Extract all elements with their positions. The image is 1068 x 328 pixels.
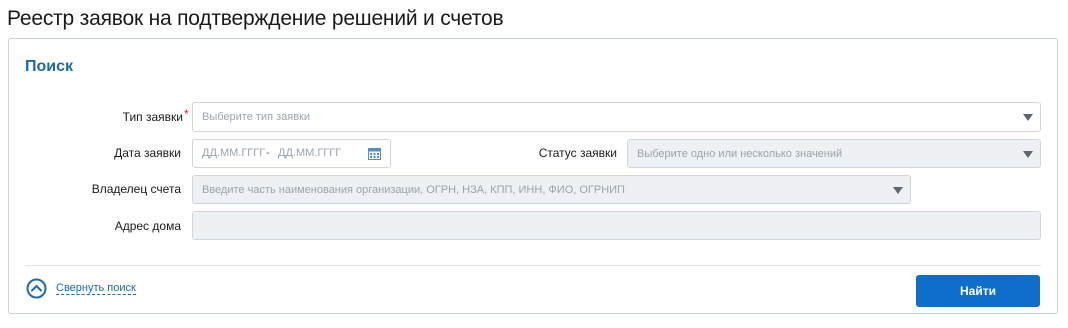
request-date-label: Дата заявки xyxy=(114,146,181,160)
calendar-icon[interactable] xyxy=(368,147,381,163)
find-button[interactable]: Найти xyxy=(916,275,1040,307)
account-owner-select[interactable]: Введите часть наименования организации, … xyxy=(192,175,911,204)
date-from-input[interactable]: ДД.ММ.ГГГГ xyxy=(202,140,265,167)
divider xyxy=(25,265,1041,266)
house-address-input[interactable] xyxy=(192,211,1041,240)
collapse-search-link[interactable]: Свернуть поиск xyxy=(26,278,136,299)
date-to-input[interactable]: ДД.ММ.ГГГГ xyxy=(278,140,341,167)
chevron-up-circle-icon[interactable] xyxy=(26,278,47,299)
date-separator: - xyxy=(266,147,270,159)
chevron-down-icon[interactable] xyxy=(1023,114,1033,121)
chevron-down-icon[interactable] xyxy=(1023,150,1033,158)
house-address-label: Адрес дома xyxy=(114,219,181,233)
page-title: Реестр заявок на подтверждение решений и… xyxy=(7,7,504,30)
search-panel-title: Поиск xyxy=(25,58,74,75)
request-type-placeholder: Выберите тип заявки xyxy=(202,111,311,123)
request-type-select[interactable]: Выберите тип заявки xyxy=(192,102,1041,132)
collapse-search-label[interactable]: Свернуть поиск xyxy=(56,282,136,295)
account-owner-label: Владелец счета xyxy=(91,182,181,196)
request-status-select[interactable]: Выберите одно или несколько значений xyxy=(627,139,1041,168)
request-status-label: Статус заявки xyxy=(538,146,617,160)
required-mark: * xyxy=(184,107,189,121)
search-panel: Поиск Тип заявки * Выберите тип заявки Д… xyxy=(8,38,1058,314)
chevron-down-icon[interactable] xyxy=(893,186,903,194)
account-owner-placeholder: Введите часть наименования организации, … xyxy=(202,183,625,196)
request-status-placeholder: Выберите одно или несколько значений xyxy=(637,147,843,160)
request-date-range[interactable]: ДД.ММ.ГГГГ - ДД.ММ.ГГГГ xyxy=(192,139,391,168)
request-type-label: Тип заявки xyxy=(122,110,183,124)
